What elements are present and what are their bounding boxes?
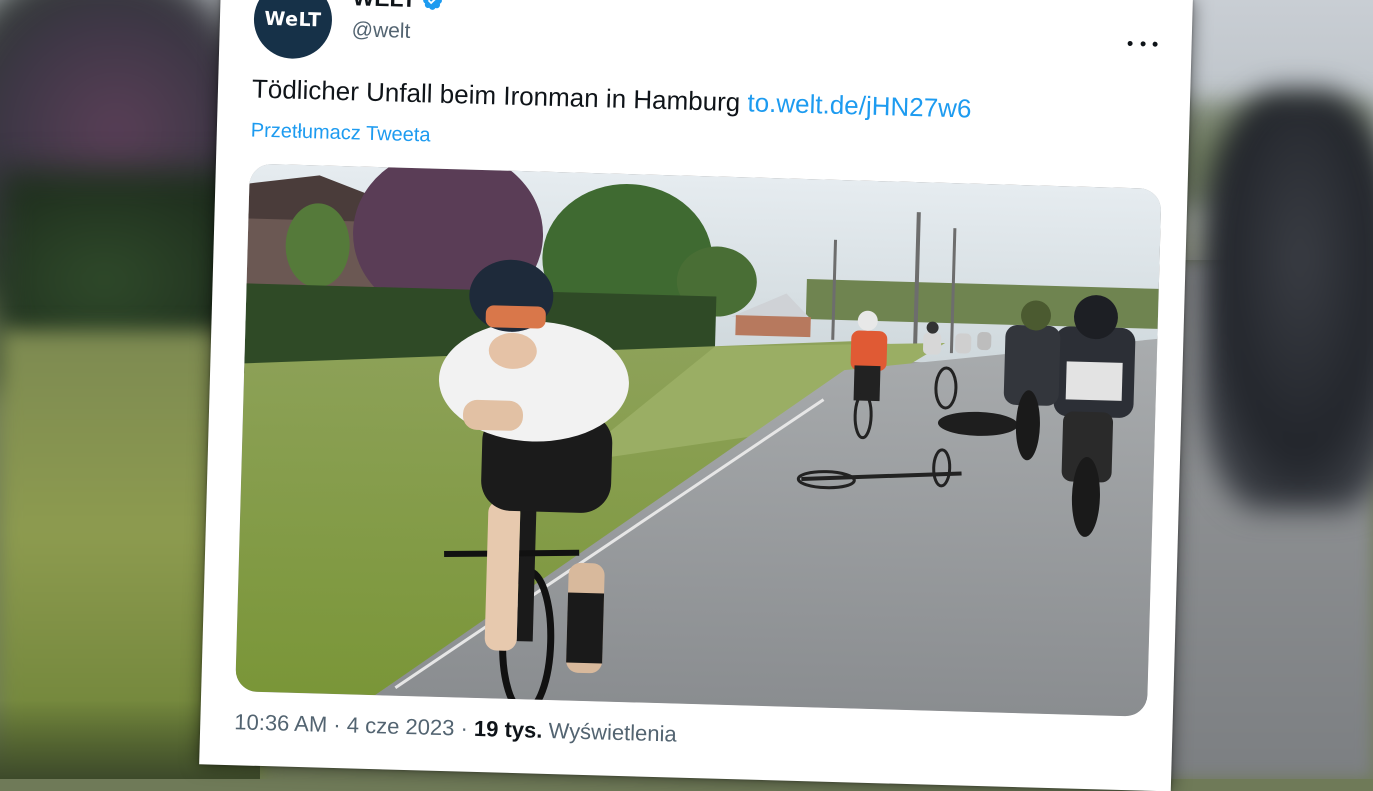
tweet-meta: 10:36 AM · 4 cze 2023 · 19 tys. Wyświetl… <box>234 709 677 747</box>
avatar-logo-text: WeLT <box>264 7 322 32</box>
video-small-house-wall <box>735 315 811 338</box>
more-dot <box>1152 41 1158 47</box>
author-handle[interactable]: @welt <box>351 18 410 44</box>
translate-tweet-link[interactable]: Przetłumacz Tweeta <box>251 119 431 147</box>
meta-separator: · <box>460 715 469 741</box>
more-dot <box>1127 40 1133 46</box>
tweet-card: WeLT WELT @welt Tödlicher Unfall beim Ir… <box>199 0 1193 791</box>
meta-separator: · <box>333 712 342 738</box>
tweet-link[interactable]: to.welt.de/jHN27w6 <box>747 87 972 123</box>
views-count[interactable]: 19 tys. <box>474 716 543 743</box>
author-name[interactable]: WELT <box>352 0 416 13</box>
author-name-row[interactable]: WELT <box>352 0 444 14</box>
avatar[interactable]: WeLT <box>252 0 334 60</box>
tweet-text: Tödlicher Unfall beim Ironman in Hamburg… <box>252 73 972 124</box>
views-label[interactable]: Wyświetlenia <box>548 718 677 747</box>
tweet-date[interactable]: 4 cze 2023 <box>346 712 454 740</box>
background-motorcycle-right <box>1200 90 1373 510</box>
more-horizontal-icon[interactable] <box>1127 34 1158 53</box>
tweet-video[interactable] <box>235 163 1162 717</box>
more-dot <box>1140 40 1146 46</box>
verified-badge-icon <box>423 0 443 10</box>
tweet-text-body: Tödlicher Unfall beim Ironman in Hamburg <box>251 73 741 118</box>
video-frame <box>235 163 1162 717</box>
tweet-time[interactable]: 10:36 AM <box>234 709 328 737</box>
